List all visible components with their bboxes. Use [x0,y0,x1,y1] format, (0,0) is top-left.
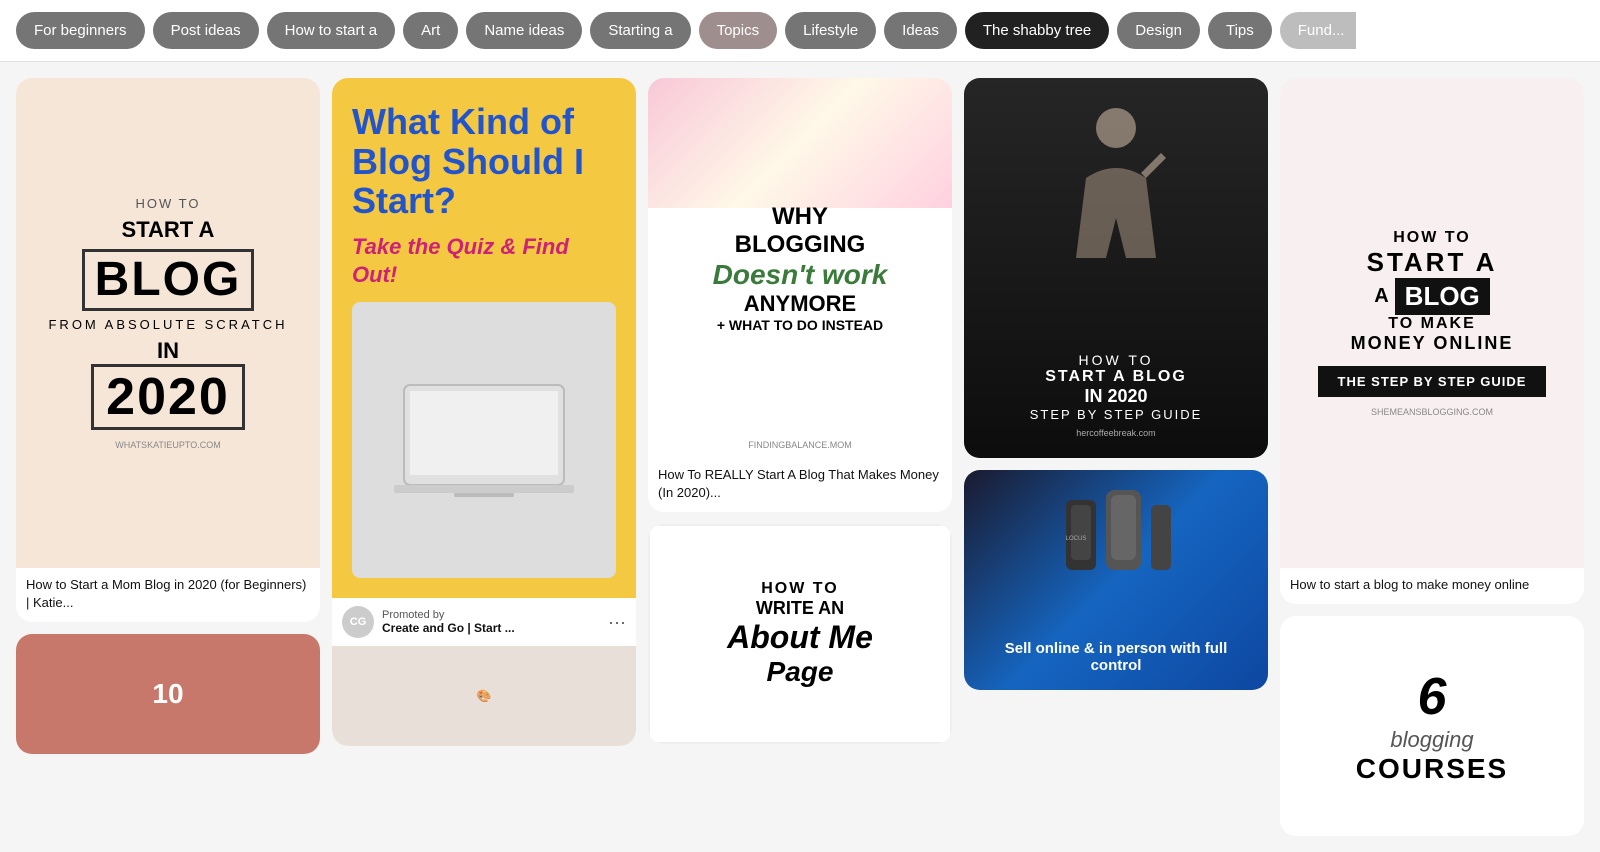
pin-grid: HOW TO START A BLOG FROM ABSOLUTE SCRATC… [0,62,1600,852]
card5-start: START A [1367,247,1498,278]
card9-six: 6 [1418,667,1447,727]
promo-promoted-label: Promoted by [382,609,600,621]
card1-line1: HOW TO [136,196,201,211]
tag-fund[interactable]: Fund... [1280,12,1357,49]
card4-start-blog: START A BLOG [1030,368,1203,386]
card2-laptop [352,302,616,578]
tag-starting-a[interactable]: Starting a [590,12,690,49]
pin-card-5-image: HOW TO START A A BLOG TO MAKE MONEY ONLI… [1280,78,1584,568]
tag-ideas[interactable]: Ideas [884,12,957,49]
card4-year: IN 2020 [1030,386,1203,407]
card5-blog-line: A BLOG [1374,278,1490,315]
tag-bar: For beginners Post ideas How to start a … [0,0,1600,62]
card3-why: WHY [772,203,828,231]
pin-card-1-title: How to Start a Mom Blog in 2020 (for Beg… [16,568,320,622]
card7-write: WRITE AN [756,598,844,619]
card1-line4: FROM ABSOLUTE SCRATCH [48,317,287,332]
card4-text: HOW TO START A BLOG IN 2020 STEP BY STEP… [1030,352,1203,438]
card4-guide: STEP BY STEP GUIDE [1030,407,1203,422]
card3-anymore: ANYMORE [744,291,856,317]
pin-card-5[interactable]: HOW TO START A A BLOG TO MAKE MONEY ONLI… [1280,78,1584,604]
card5-watermark: SHEMEANSBLOGGING.COM [1371,407,1493,417]
card2-title: What Kind of Blog Should I Start? [352,102,616,221]
svg-text:LOCUS: LOCUS [1066,536,1087,542]
pin-card-2-image: What Kind of Blog Should I Start? Take t… [332,78,636,598]
tag-topics[interactable]: Topics [699,12,778,49]
card8-mockup: LOCUS [964,480,1268,580]
pin-card-3-image: WHY BLOGGING Doesn't work ANYMORE + WHAT… [648,78,952,458]
tag-lifestyle[interactable]: Lifestyle [785,12,876,49]
card1-line5: IN [157,338,179,364]
card3-plus: + WHAT TO DO INSTEAD [717,317,883,333]
card7-how-to: HOW TO [761,580,838,598]
pin-card-4[interactable]: HOW TO START A BLOG IN 2020 STEP BY STEP… [964,78,1268,458]
pin-card-2-promo: CG Promoted by Create and Go | Start ...… [332,598,636,646]
card9-courses: COURSES [1356,753,1508,785]
card2-bottom-partial: 🎨 [332,646,636,746]
card7-about-me: About Me [727,619,873,656]
card4-how-to: HOW TO [1030,352,1203,368]
pin-card-7-image: HOW TO WRITE AN About Me Page [648,524,952,744]
card1-watermark: WHATSKATIEUPTO.COM [115,440,221,450]
tag-for-beginners[interactable]: For beginners [16,12,145,49]
pin-card-8-image: LOCUS Sell online & in person with full … [964,470,1268,690]
pin-card-6-image: 10 [16,634,320,754]
tag-post-ideas[interactable]: Post ideas [153,12,259,49]
promo-avatar: CG [342,606,374,638]
pin-card-9-image: 6 blogging COURSES [1280,616,1584,836]
pin-card-6[interactable]: 10 [16,634,320,754]
card3-watermark: FINDINGBALANCE.MOM [748,440,852,450]
pin-card-1[interactable]: HOW TO START A BLOG FROM ABSOLUTE SCRATC… [16,78,320,622]
card7-page: Page [767,656,834,688]
tag-shabby-tree[interactable]: The shabby tree [965,12,1109,49]
card1-line7: 2020 [91,364,245,430]
card5-how-to: HOW TO [1393,229,1470,247]
card4-watermark: hercoffeebreak.com [1030,428,1203,438]
tag-design[interactable]: Design [1117,12,1200,49]
pin-card-8[interactable]: LOCUS Sell online & in person with full … [964,470,1268,690]
tag-name-ideas[interactable]: Name ideas [466,12,582,49]
promo-menu-dots[interactable]: ··· [608,612,626,633]
card6-number: 10 [152,678,183,710]
card1-line3: BLOG [82,249,255,311]
card2-subtitle: Take the Quiz & Find Out! [352,233,616,290]
card5-to-make: TO MAKE [1388,315,1475,333]
card8-sell-text: Sell online & in person with full contro… [980,640,1252,674]
pin-card-5-title: How to start a blog to make money online [1280,568,1584,604]
pin-card-3[interactable]: WHY BLOGGING Doesn't work ANYMORE + WHAT… [648,78,952,512]
card9-blogging: blogging [1390,727,1473,753]
promo-name: Create and Go | Start ... [382,621,600,635]
tag-how-to-start[interactable]: How to start a [267,12,396,49]
pin-card-2[interactable]: What Kind of Blog Should I Start? Take t… [332,78,636,746]
card3-blogging: BLOGGING [735,231,866,259]
pin-card-4-image: HOW TO START A BLOG IN 2020 STEP BY STEP… [964,78,1268,458]
pin-card-7[interactable]: HOW TO WRITE AN About Me Page [648,524,952,744]
card5-money-online: MONEY ONLINE [1351,333,1514,354]
card1-line2: START A [122,217,215,243]
pin-card-9[interactable]: 6 blogging COURSES [1280,616,1584,836]
card5-step-guide: THE STEP BY STEP GUIDE [1318,366,1547,397]
tag-tips[interactable]: Tips [1208,12,1272,49]
card5-blog-box: BLOG [1395,278,1490,315]
pin-card-3-title: How To REALLY Start A Blog That Makes Mo… [648,458,952,512]
tag-art[interactable]: Art [403,12,458,49]
card3-doesnt-work: Doesn't work [713,259,888,291]
promo-info: Promoted by Create and Go | Start ... [382,609,600,635]
pin-card-1-image: HOW TO START A BLOG FROM ABSOLUTE SCRATC… [16,78,320,568]
